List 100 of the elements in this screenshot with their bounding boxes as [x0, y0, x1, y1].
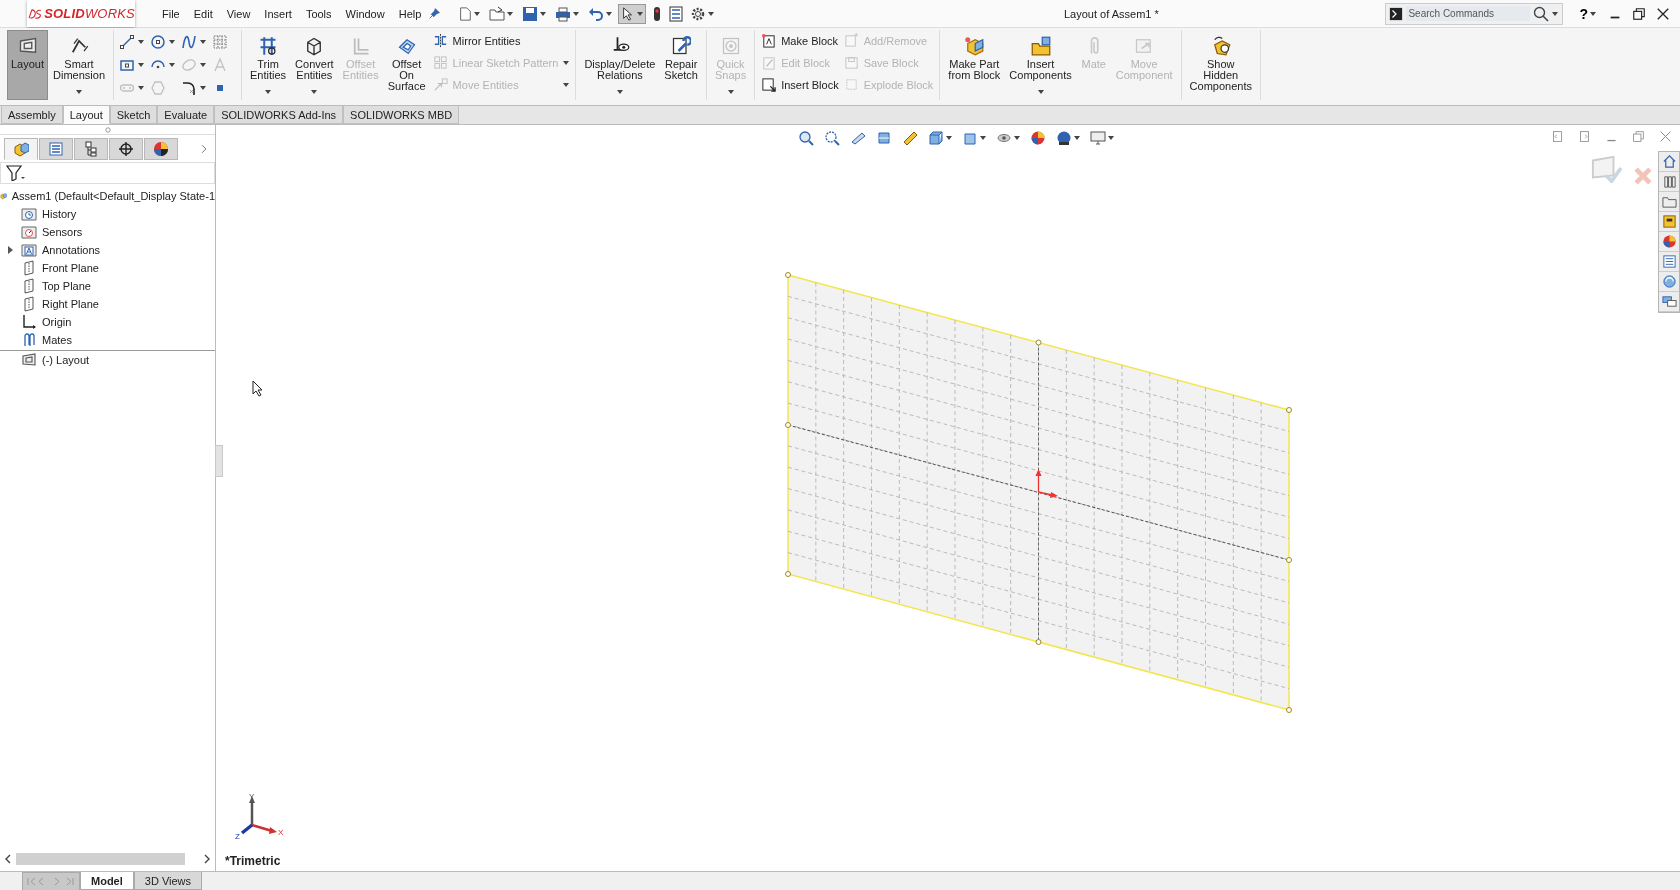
settings-icon — [690, 5, 707, 22]
home-icon — [1661, 154, 1677, 169]
ribbon-button[interactable]: Mirror Entities — [430, 31, 572, 50]
chevron-right-icon[interactable] — [199, 143, 209, 155]
ribbon-button[interactable]: Layout — [7, 30, 49, 100]
menu-item[interactable]: Tools — [298, 7, 339, 20]
pin-icon[interactable] — [428, 7, 442, 20]
command-tab[interactable]: SOLIDWORKS Add-Ins — [214, 106, 344, 124]
command-tab[interactable]: Evaluate — [157, 106, 215, 124]
tile-right-icon[interactable] — [1578, 130, 1591, 143]
ribbon-button[interactable]: Display/Delete Relations — [580, 30, 660, 100]
text-icon — [212, 57, 228, 73]
menu-item[interactable]: Insert — [257, 7, 299, 20]
origin-icon — [21, 314, 37, 330]
sketch-tool-button[interactable] — [180, 79, 207, 97]
panel-collapse-handle[interactable] — [215, 445, 223, 477]
block-icon — [761, 33, 777, 48]
menu-item[interactable]: Help — [391, 7, 429, 20]
task-pane-tab[interactable] — [1659, 212, 1679, 232]
caret-icon — [138, 86, 144, 90]
menu-item[interactable]: Window — [338, 7, 392, 20]
section-view-icon — [876, 130, 892, 146]
caret-icon — [606, 11, 613, 16]
ribbon-button[interactable]: Trim Entities — [246, 30, 291, 100]
panel-tab[interactable] — [109, 138, 143, 160]
select-button[interactable] — [618, 3, 647, 24]
model-tab[interactable]: 3D Views — [133, 872, 203, 890]
menu-item[interactable]: Edit — [186, 7, 220, 20]
tree-item[interactable]: (-) Layout — [0, 351, 215, 369]
appearance-sphere-icon — [1661, 234, 1677, 249]
sketch-tool-button[interactable] — [149, 33, 176, 51]
tree-item[interactable]: Top Plane — [0, 277, 215, 295]
app-name: SOLIDWORKS — [44, 6, 135, 21]
save-icon — [522, 5, 539, 22]
ribbon-button[interactable]: Smart Dimension — [49, 30, 109, 100]
trim-icon — [258, 36, 279, 56]
model-tab[interactable]: Model — [80, 872, 134, 890]
task-pane-tab[interactable] — [1659, 232, 1679, 252]
caret-icon — [169, 40, 175, 44]
rectangle-icon — [119, 57, 135, 73]
scroll-right-icon[interactable] — [203, 854, 211, 864]
scroll-left-icon[interactable] — [4, 854, 12, 864]
caret-icon — [138, 40, 144, 44]
ribbon-button[interactable]: Make Part from Block — [944, 30, 1005, 100]
color-sphere-icon — [153, 141, 169, 157]
axis-label: X — [278, 828, 284, 837]
ribbon-button[interactable]: Make Block — [759, 31, 841, 50]
caret-icon — [200, 40, 206, 44]
caret-icon — [200, 63, 206, 67]
command-tab[interactable]: SOLIDWORKS MBD — [343, 106, 460, 124]
display-style-icon — [962, 130, 978, 146]
caret-icon — [727, 90, 734, 94]
expand-arrow-icon[interactable] — [7, 246, 13, 254]
panel-tab[interactable] — [144, 138, 178, 160]
search-field[interactable]: Search Commands — [1406, 6, 1531, 21]
tree-item[interactable]: Origin — [0, 313, 215, 331]
ribbon-button[interactable]: Convert Entities — [291, 30, 338, 100]
tree-item[interactable]: Front Plane — [0, 259, 215, 277]
drag-handle-icon[interactable] — [104, 126, 111, 133]
command-tab[interactable]: Assembly — [1, 106, 63, 124]
caret-icon — [169, 63, 175, 67]
block-icon — [761, 55, 777, 70]
tree-item[interactable]: Sensors — [0, 223, 215, 241]
filter-icon — [6, 165, 26, 181]
ribbon-button[interactable]: Repair Sketch — [660, 30, 702, 100]
tile-left-icon[interactable] — [1551, 130, 1564, 143]
command-tab[interactable]: Sketch — [109, 106, 158, 124]
window-title: Layout of Assem1 * — [1063, 7, 1160, 20]
sketch-tool-button[interactable] — [180, 33, 207, 51]
dimension-icon — [69, 36, 89, 56]
move-icon — [432, 77, 448, 92]
sketch-tool-button[interactable] — [118, 33, 145, 51]
tree-item[interactable]: History — [0, 205, 215, 223]
ribbon-button[interactable]: Insert Components — [1005, 30, 1076, 100]
sensor-folder-icon — [21, 224, 37, 240]
menu-item[interactable]: View — [219, 7, 258, 20]
panel-tab[interactable] — [74, 138, 108, 160]
filter-field[interactable] — [0, 162, 215, 184]
restore-icon[interactable] — [1632, 6, 1646, 21]
cube-icon — [964, 36, 985, 56]
tree-item[interactable]: Assem1 (Default<Default_Display State-1 — [0, 187, 215, 205]
tree-item[interactable]: Right Plane — [0, 295, 215, 313]
ribbon-button[interactable]: Show Hidden Components — [1185, 30, 1256, 100]
tree-item[interactable]: Annotations — [0, 241, 215, 259]
property-list-icon — [48, 141, 64, 157]
ribbon-button[interactable]: Insert Block — [759, 75, 841, 94]
help-button[interactable]: ? — [1577, 5, 1590, 22]
tree-item[interactable]: Mates — [0, 331, 215, 349]
menu-item[interactable]: File — [155, 7, 187, 20]
command-tab[interactable]: Layout — [62, 106, 110, 124]
ribbon-button[interactable]: Offset On Surface — [383, 30, 430, 100]
caret-icon — [563, 60, 570, 65]
chat-icon — [1661, 294, 1677, 309]
surface-offset-icon — [396, 36, 417, 56]
command-prompt-icon — [1389, 6, 1404, 21]
configuration-icon — [83, 141, 99, 157]
close-icon[interactable] — [1656, 6, 1670, 21]
view-orientation-icon — [928, 130, 944, 146]
list-icon[interactable] — [668, 5, 685, 22]
caret-icon — [708, 11, 715, 16]
